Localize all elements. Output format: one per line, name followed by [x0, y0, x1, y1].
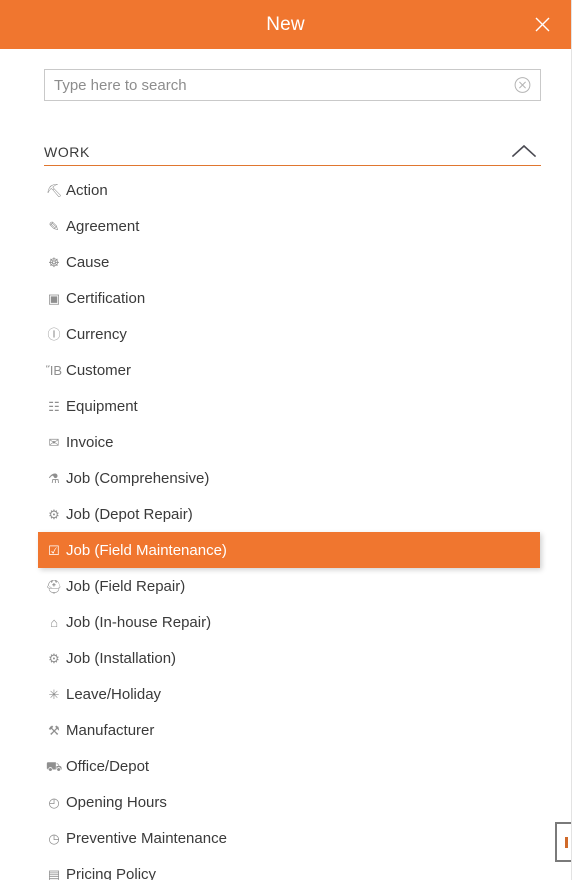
list-item[interactable]: ☷ Equipment [38, 388, 541, 424]
circle-x-clear-icon[interactable] [514, 77, 531, 94]
chevron-up-icon[interactable] [507, 141, 541, 161]
list-item[interactable]: ◴ Opening Hours [38, 784, 541, 820]
group-work: WORK ⛏ Action ✎ Agreement ☸ Cause ▣ Certificati… [0, 121, 571, 880]
job-depot-repair-icon: ⚙ [48, 506, 60, 522]
list-item[interactable]: ⚒ Manufacturer [38, 712, 541, 748]
opening-hours-clock-icon: ◴ [48, 794, 60, 810]
cause-icon: ☸ [48, 254, 60, 270]
action-icon: ⛏ [45, 182, 63, 198]
list-item-label: Job (Field Repair) [66, 577, 186, 595]
edge-fragment-bar [564, 836, 568, 848]
list-item[interactable]: ☸ Cause [38, 244, 541, 280]
list-item[interactable]: ✉ Invoice [38, 424, 541, 460]
list-item[interactable]: ▤ Pricing Policy [38, 856, 541, 880]
list-item[interactable]: Ⓘ Currency [38, 316, 541, 352]
list-item-label: Job (Comprehensive) [66, 469, 210, 487]
category-item-list: ⛏ Action ✎ Agreement ☸ Cause ▣ Certification Ⓘ Cu… [38, 172, 541, 880]
list-item[interactable]: ⚙ Job (Depot Repair) [38, 496, 541, 532]
job-field-maintenance-icon: ☑ [48, 542, 60, 558]
list-item-label: Job (Installation) [66, 649, 177, 667]
new-record-dialog: New WORK [0, 0, 572, 880]
agreement-document-icon: ✎ [48, 218, 60, 234]
list-item-label: Job (Depot Repair) [66, 505, 193, 523]
list-item-label: Opening Hours [66, 793, 167, 811]
certification-icon: ▣ [47, 290, 61, 306]
job-field-repair-car-icon: ⛑ [45, 578, 63, 594]
search-input[interactable] [45, 70, 540, 100]
pricing-policy-icon: ▤ [47, 866, 61, 880]
job-installation-icon: ⚙ [48, 650, 60, 666]
list-item-label: Office/Depot [66, 757, 150, 775]
list-item-label: Customer [66, 361, 132, 379]
currency-dollar-icon: Ⓘ [47, 326, 61, 342]
list-item-label: Certification [66, 289, 146, 307]
list-item[interactable]: ✳ Leave/Holiday [38, 676, 541, 712]
list-item-label: Equipment [66, 397, 138, 415]
list-item[interactable]: ◷ Preventive Maintenance [38, 820, 541, 856]
group-header-work[interactable]: WORK [44, 121, 541, 166]
list-item-label: Invoice [66, 433, 114, 451]
office-depot-truck-icon: ⛟ [45, 758, 63, 774]
group-title: WORK [44, 144, 90, 160]
list-item[interactable]: ⛏ Action [38, 172, 541, 208]
list-item[interactable]: ⛟ Office/Depot [38, 748, 541, 784]
preventive-maintenance-clock-icon: ◷ [48, 830, 60, 846]
list-item-label: Agreement [66, 217, 140, 235]
job-comprehensive-icon: ⚗ [48, 470, 60, 486]
list-item-label: Job (Field Maintenance) [66, 541, 227, 559]
list-item-label: Pricing Policy [66, 865, 157, 880]
list-item-label: Leave/Holiday [66, 685, 162, 703]
invoice-icon: ✉ [48, 434, 60, 450]
customer-building-icon: ἽB [45, 362, 63, 378]
dialog-titlebar: New [0, 0, 571, 49]
list-item[interactable]: ⚗ Job (Comprehensive) [38, 460, 541, 496]
list-item[interactable]: ⚙ Job (Installation) [38, 640, 541, 676]
list-item[interactable]: ⌂ Job (In-house Repair) [38, 604, 541, 640]
list-item[interactable]: ☑ Job (Field Maintenance) [38, 532, 540, 568]
search-box[interactable] [44, 69, 541, 101]
dialog-title: New [266, 14, 305, 35]
list-item[interactable]: ἽB Customer [38, 352, 541, 388]
list-item-label: Currency [66, 325, 127, 343]
list-item-label: Manufacturer [66, 721, 155, 739]
equipment-icon: ☷ [48, 398, 60, 414]
list-item-label: Cause [66, 253, 110, 271]
list-item[interactable]: ▣ Certification [38, 280, 541, 316]
manufacturer-icon: ⚒ [48, 722, 60, 738]
leave-holiday-icon: ✳ [48, 686, 60, 702]
list-item[interactable]: ⛑ Job (Field Repair) [38, 568, 541, 604]
category-list-scroll[interactable]: WORK ⛏ Action ✎ Agreement ☸ Cause ▣ Certificati… [0, 121, 571, 880]
list-item-label: Job (In-house Repair) [66, 613, 212, 631]
list-item[interactable]: ✎ Agreement [38, 208, 541, 244]
close-icon[interactable] [527, 10, 557, 40]
background-floating-button-fragment[interactable] [555, 822, 571, 862]
list-item-label: Action [66, 181, 108, 199]
search-area [0, 49, 571, 101]
job-inhouse-repair-icon: ⌂ [50, 614, 58, 630]
list-item-label: Preventive Maintenance [66, 829, 227, 847]
